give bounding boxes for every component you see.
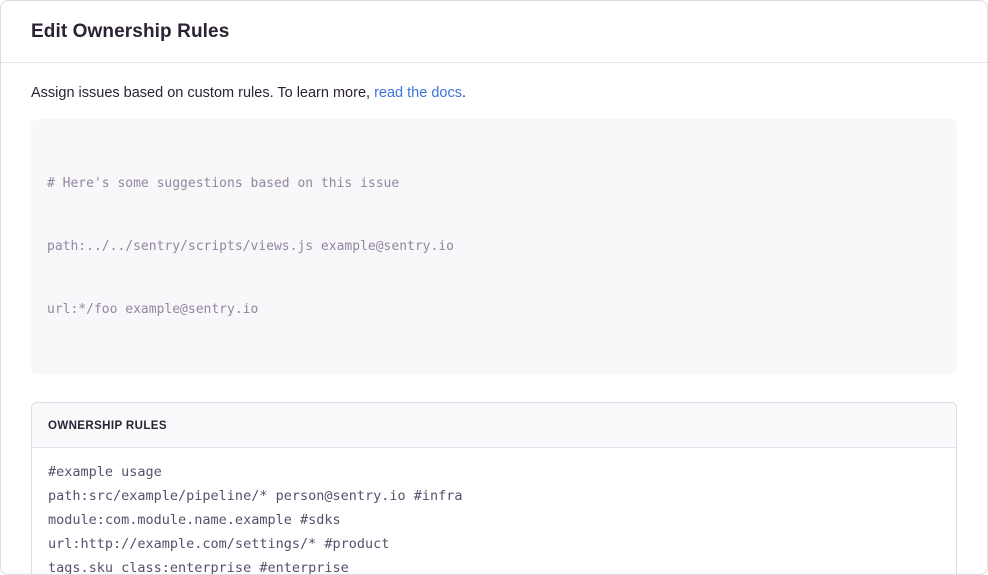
description-suffix: . bbox=[462, 85, 466, 101]
modal-header: Edit Ownership Rules bbox=[1, 1, 987, 63]
ownership-rules-panel: OWNERSHIP RULES #example usage path:src/… bbox=[31, 402, 957, 575]
suggestions-code-block: # Here's some suggestions based on this … bbox=[31, 119, 957, 374]
description-before-link: Assign issues based on custom rules. To … bbox=[31, 85, 374, 101]
ownership-rules-textarea[interactable]: #example usage path:src/example/pipeline… bbox=[32, 448, 956, 575]
suggestion-line: url:*/foo example@sentry.io bbox=[47, 299, 941, 320]
description-text: Assign issues based on custom rules. To … bbox=[31, 85, 957, 101]
page-title: Edit Ownership Rules bbox=[31, 21, 229, 43]
read-the-docs-link[interactable]: read the docs bbox=[374, 85, 462, 101]
edit-ownership-rules-modal: Edit Ownership Rules Assign issues based… bbox=[0, 0, 988, 575]
suggestion-line: # Here's some suggestions based on this … bbox=[47, 173, 941, 194]
ownership-rules-panel-title: OWNERSHIP RULES bbox=[48, 420, 167, 432]
ownership-rules-panel-header: OWNERSHIP RULES bbox=[32, 403, 956, 448]
suggestion-line: path:../../sentry/scripts/views.js examp… bbox=[47, 236, 941, 257]
modal-body: Assign issues based on custom rules. To … bbox=[1, 63, 987, 575]
